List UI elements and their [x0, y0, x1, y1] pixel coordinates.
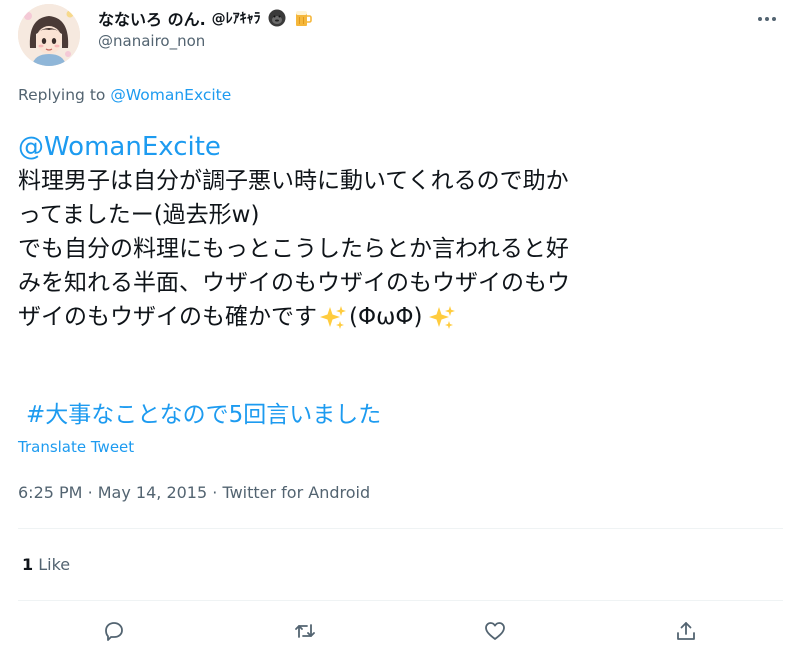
tweet-mention-link[interactable]: @WomanExcite	[18, 130, 788, 164]
share-icon	[674, 619, 698, 647]
tweet-line-text: ザイのもウザイのも確かです	[18, 304, 317, 330]
replying-prefix: Replying to	[18, 86, 106, 104]
sparkles-icon	[428, 304, 456, 332]
like-count-number: 1	[22, 555, 34, 574]
hashtag-link[interactable]: #大事なことなので5回言いました	[26, 395, 381, 429]
retweet-button[interactable]	[287, 615, 323, 651]
display-name-tail: @ﾚｱｷｬﾗ	[211, 11, 261, 27]
tweet-source[interactable]: Twitter for Android	[222, 483, 370, 502]
avatar-illustration	[18, 4, 80, 66]
beer-mug-emoji-icon	[293, 8, 313, 28]
meta-separator: ·	[87, 483, 93, 502]
tweet-time[interactable]: 6:25 PM	[18, 483, 82, 502]
replying-to: Replying to @WomanExcite	[18, 86, 231, 104]
tweet-line: みを知れる半面、ウザイのもウザイのもウザイのもウ	[18, 270, 570, 296]
tweet-line: でも自分の料理にもっとこうしたらとか言われると好	[18, 236, 569, 262]
tweet-text: @WomanExcite 料理男子は自分が調子悪い時に動いてくれるので助か って…	[18, 130, 788, 334]
display-name-text: なないろ のん.	[98, 10, 206, 29]
reply-button[interactable]	[96, 615, 132, 651]
tweet-date[interactable]: May 14, 2015	[98, 483, 207, 502]
translate-tweet-link[interactable]: Translate Tweet	[18, 438, 134, 456]
divider	[18, 600, 783, 601]
tweet-line: ってましたー(過去形w)	[18, 202, 260, 228]
tweet-meta: 6:25 PM · May 14, 2015 · Twitter for And…	[18, 483, 370, 502]
more-options-button[interactable]	[755, 4, 779, 28]
gorilla-emoji-icon	[267, 8, 287, 28]
meta-separator: ·	[212, 483, 218, 502]
tweet-kaomoji: (ΦωΦ)	[349, 304, 423, 330]
heart-icon	[483, 619, 507, 647]
reply-icon	[102, 619, 126, 647]
more-horizontal-icon	[757, 7, 777, 26]
tweet-actions-bar	[0, 615, 799, 651]
sparkles-icon	[319, 304, 347, 332]
like-count-label: Like	[38, 555, 71, 574]
author-handle[interactable]: @nanairo_non	[98, 32, 205, 50]
replying-target-link[interactable]: @WomanExcite	[110, 86, 231, 104]
likes-count[interactable]: 1 Like	[22, 555, 70, 574]
tweet-line-last: ザイのもウザイのも確かです (ΦωΦ)	[18, 300, 788, 334]
author-display-name[interactable]: なないろ のん. @ﾚｱｷｬﾗ	[98, 6, 313, 30]
avatar[interactable]	[18, 4, 80, 66]
divider	[18, 528, 783, 529]
share-button[interactable]	[668, 615, 704, 651]
tweet-line: 料理男子は自分が調子悪い時に動いてくれるので助か	[18, 168, 569, 194]
like-button[interactable]	[477, 615, 513, 651]
retweet-icon	[293, 619, 317, 647]
